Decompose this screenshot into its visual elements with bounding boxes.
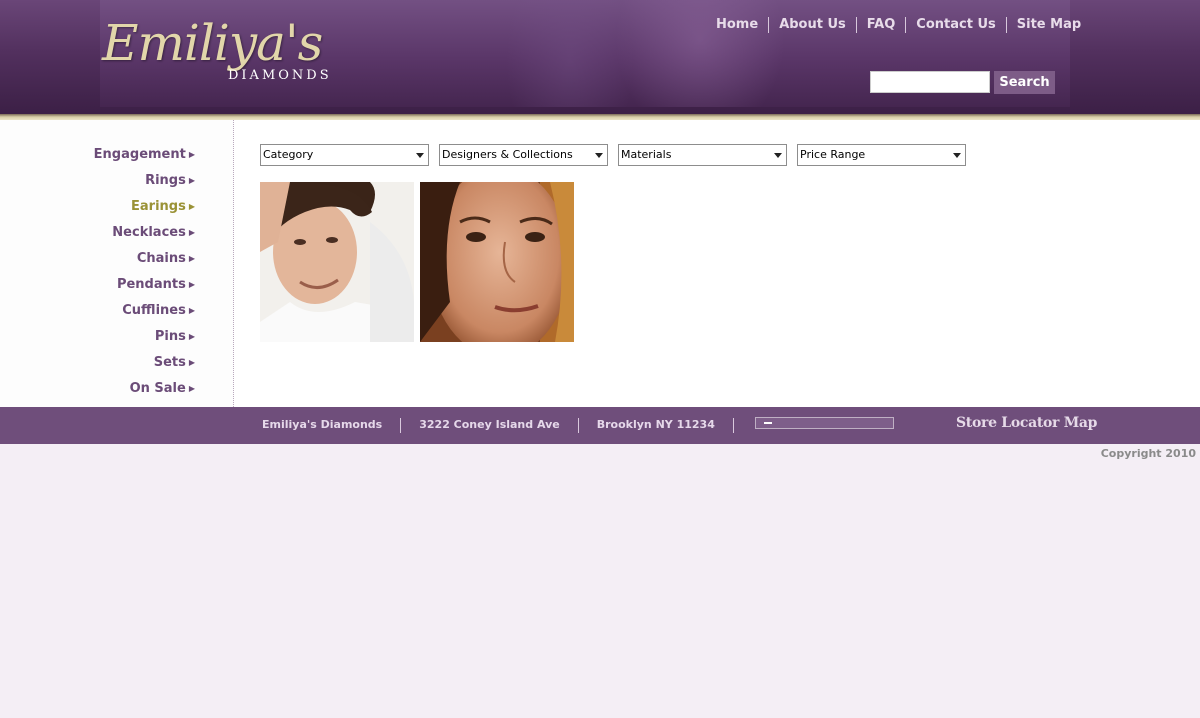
sidebar-item-rings[interactable]: Rings ▶	[94, 168, 195, 194]
top-navigation: Home About Us FAQ Contact Us Site Map	[706, 16, 1091, 34]
woman-portrait-image[interactable]	[420, 182, 574, 342]
footer-street: 3222 Coney Island Ave	[419, 418, 560, 431]
footer-store-name: Emiliya's Diamonds	[262, 418, 383, 431]
triangle-right-icon: ▶	[188, 280, 195, 289]
sidebar-item-label[interactable]: Rings	[145, 173, 186, 188]
triangle-right-icon: ▶	[188, 384, 195, 393]
nav-about-link[interactable]: About Us	[769, 17, 857, 33]
triangle-right-icon: ▶	[188, 176, 195, 185]
sidebar-item-necklaces[interactable]: Necklaces ▶	[94, 220, 195, 246]
footer-address: Emiliya's Diamonds 3222 Coney Island Ave…	[252, 417, 742, 433]
nav-sitemap-link[interactable]: Site Map	[1007, 17, 1091, 33]
price-range-select-value: Price Range	[800, 148, 866, 161]
store-locator-link[interactable]: Store Locator Map	[956, 415, 1097, 431]
sidebar-item-label[interactable]: On Sale	[130, 381, 186, 396]
category-select[interactable]: Category	[260, 144, 429, 166]
dropdown-arrow-icon	[953, 153, 961, 158]
sidebar-item-cufflines[interactable]: Cufflines ▶	[94, 298, 195, 324]
sidebar-item-sets[interactable]: Sets ▶	[94, 350, 195, 376]
search-button[interactable]: Search	[994, 71, 1055, 94]
sidebar-item-label[interactable]: Sets	[154, 355, 186, 370]
designers-select[interactable]: Designers & Collections	[439, 144, 608, 166]
triangle-right-icon: ▶	[188, 228, 195, 237]
triangle-right-icon: ▶	[188, 332, 195, 341]
man-portrait-image[interactable]	[260, 182, 414, 342]
sidebar-item-earings[interactable]: Earings ▶	[94, 194, 195, 220]
logo-script-text: Emiliya's	[102, 14, 323, 72]
designers-select-value: Designers & Collections	[442, 148, 573, 161]
materials-select[interactable]: Materials	[618, 144, 787, 166]
sidebar-item-label[interactable]: Engagement	[94, 147, 186, 162]
triangle-right-icon: ▶	[188, 202, 195, 211]
footer-divider	[577, 417, 579, 433]
sidebar-item-engagement[interactable]: Engagement ▶	[94, 142, 195, 168]
sidebar-item-pins[interactable]: Pins ▶	[94, 324, 195, 350]
dropdown-arrow-icon	[416, 153, 424, 158]
sidebar-item-on-sale[interactable]: On Sale ▶	[94, 376, 195, 402]
triangle-right-icon: ▶	[188, 254, 195, 263]
map-thumbnail[interactable]	[755, 417, 894, 429]
footer-divider	[400, 417, 402, 433]
map-marker-icon	[764, 422, 772, 424]
triangle-right-icon: ▶	[188, 358, 195, 367]
logo-subtitle: DIAMONDS	[228, 68, 332, 83]
triangle-right-icon: ▶	[188, 306, 195, 315]
price-range-select[interactable]: Price Range	[797, 144, 966, 166]
category-sidebar: Engagement ▶ Rings ▶ Earings ▶ Necklaces ▶ C…	[0, 120, 234, 407]
search-input[interactable]	[870, 71, 990, 93]
sidebar-item-label[interactable]: Cufflines	[122, 303, 186, 318]
sidebar-item-label[interactable]: Chains	[137, 251, 186, 266]
triangle-right-icon: ▶	[188, 150, 195, 159]
filter-bar: Category Designers & Collections Materia…	[260, 144, 976, 166]
nav-contact-link[interactable]: Contact Us	[906, 17, 1007, 33]
main-content: Engagement ▶ Rings ▶ Earings ▶ Necklaces ▶ C…	[0, 120, 1200, 407]
category-list: Engagement ▶ Rings ▶ Earings ▶ Necklaces ▶ C…	[94, 142, 195, 402]
site-logo[interactable]: Emiliya's DIAMONDS	[102, 10, 342, 100]
sidebar-item-label[interactable]: Pins	[155, 329, 186, 344]
nav-faq-link[interactable]: FAQ	[857, 17, 907, 33]
materials-select-value: Materials	[621, 148, 672, 161]
sidebar-item-label[interactable]: Pendants	[117, 277, 186, 292]
dropdown-arrow-icon	[774, 153, 782, 158]
sidebar-item-pendants[interactable]: Pendants ▶	[94, 272, 195, 298]
copyright-text: Copyright 2010	[1100, 447, 1196, 460]
footer-city: Brooklyn NY 11234	[596, 418, 715, 431]
footer-divider	[732, 417, 734, 433]
sidebar-item-label[interactable]: Necklaces	[112, 225, 186, 240]
category-select-value: Category	[263, 148, 314, 161]
nav-home-link[interactable]: Home	[706, 17, 770, 33]
dropdown-arrow-icon	[595, 153, 603, 158]
sidebar-item-label[interactable]: Earings	[131, 199, 186, 214]
sidebar-item-chains[interactable]: Chains ▶	[94, 246, 195, 272]
